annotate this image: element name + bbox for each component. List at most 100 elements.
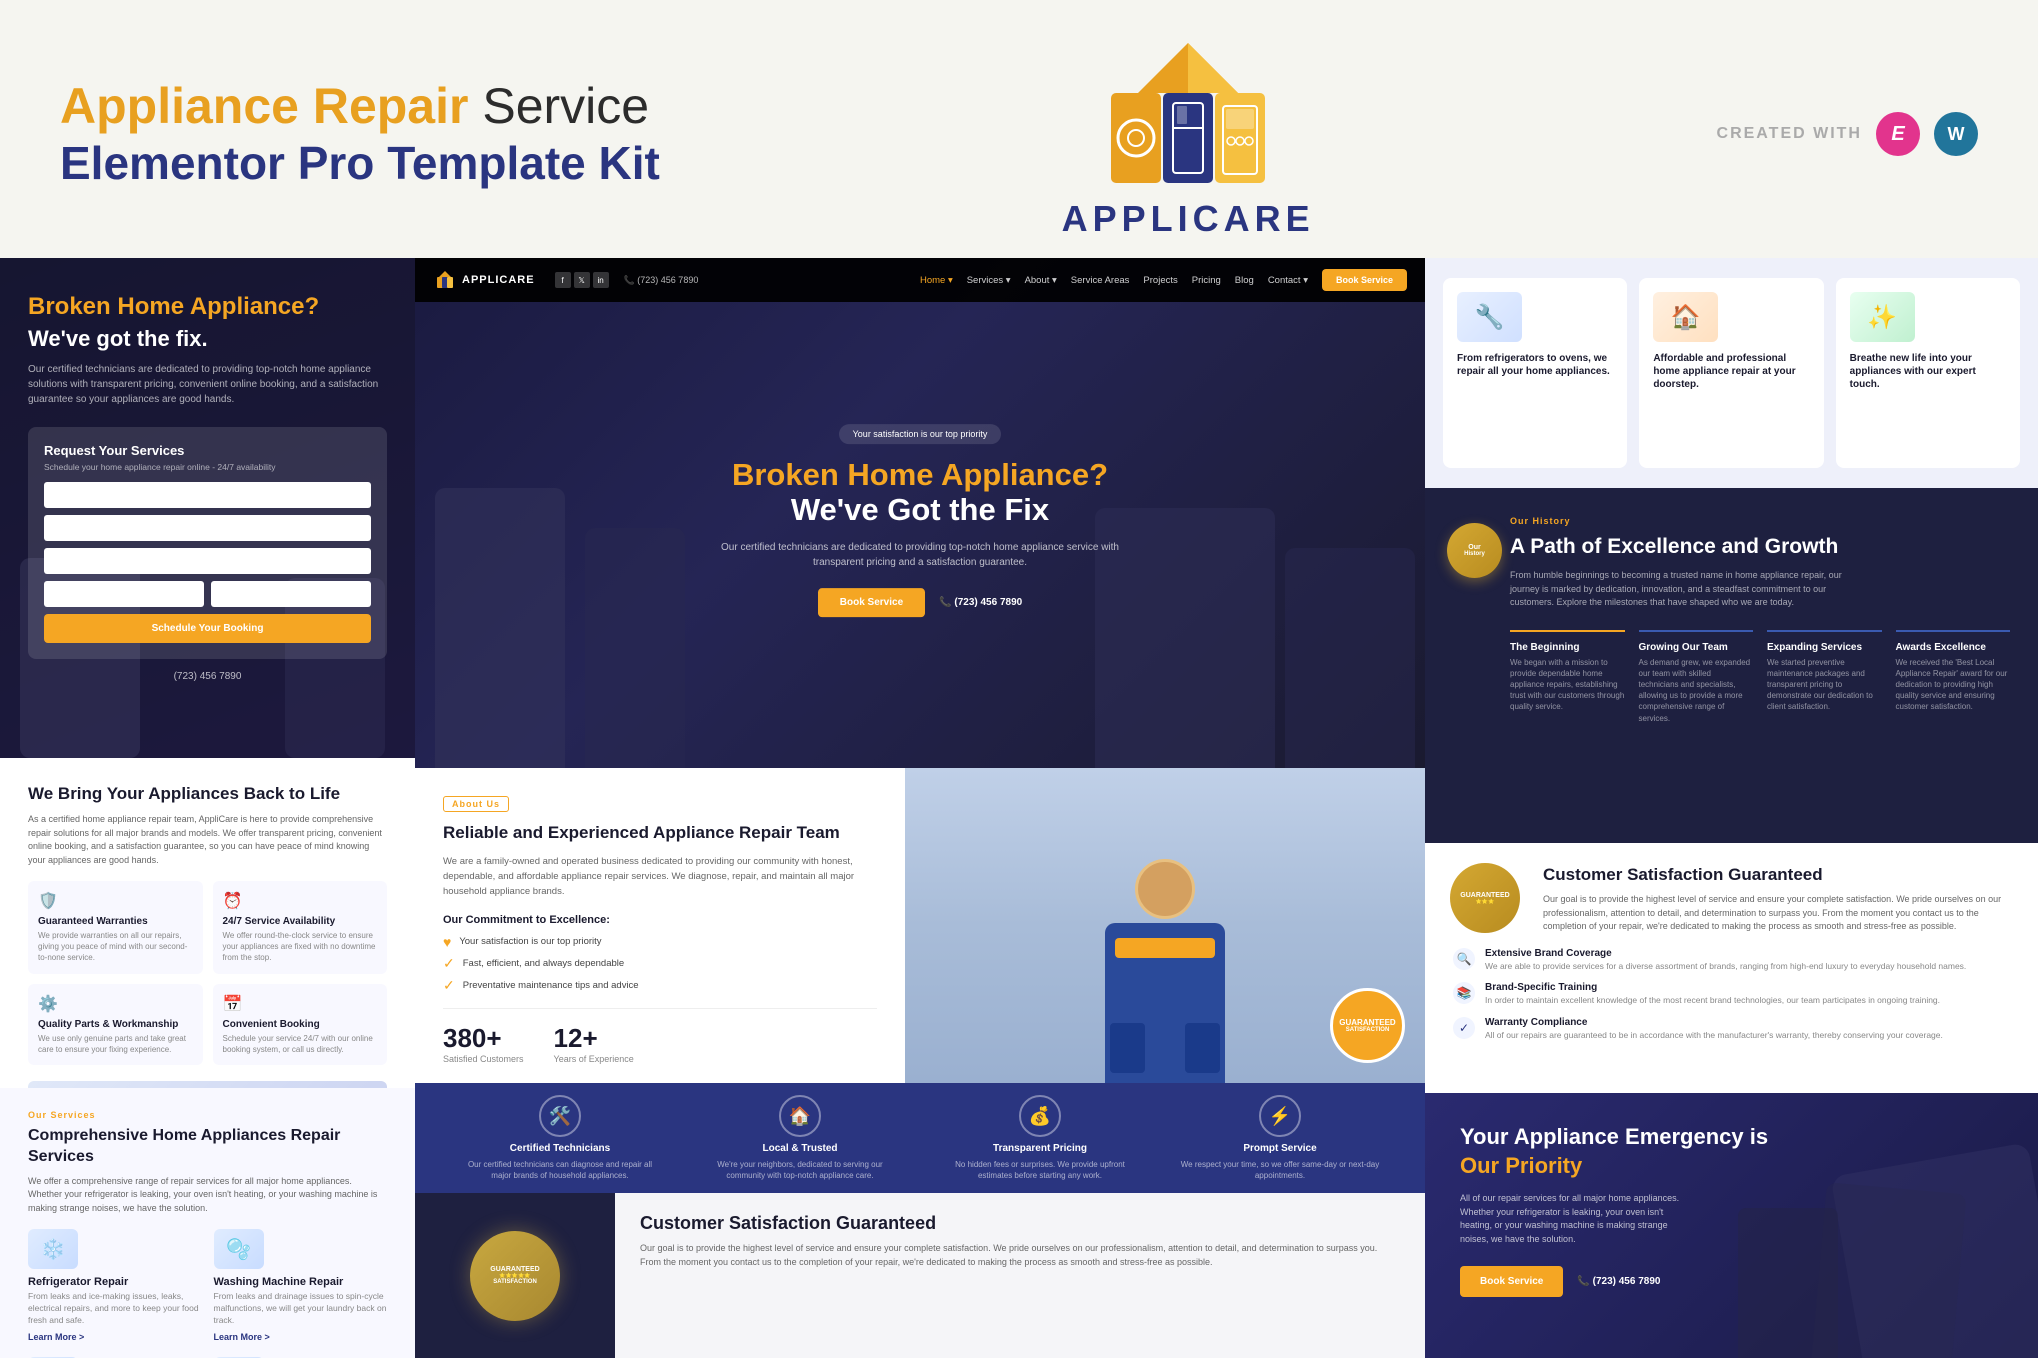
timeline-2-desc: As demand grew, we expanded our team wit… <box>1639 657 1754 724</box>
feature-item-warranty: 🛡️ Guaranteed Warranties We provide warr… <box>28 881 203 974</box>
left-hero-desc: Our certified technicians are dedicated … <box>28 362 387 407</box>
trust-prompt-label: Prompt Service <box>1243 1143 1316 1154</box>
comprehensive-title: Comprehensive Home Appliances Repair Ser… <box>28 1126 387 1168</box>
left-hero-phone: (723) 456 7890 <box>28 671 387 682</box>
form-input-date[interactable] <box>44 581 204 607</box>
timeline-item-2: Growing Our Team As demand grew, we expa… <box>1639 630 1754 724</box>
left-hero-headline1: Broken Home Appliance? <box>28 293 387 322</box>
about-title: Reliable and Experienced Appliance Repai… <box>443 822 877 844</box>
hero-headline2: We've Got the Fix <box>670 492 1170 528</box>
header-title: Appliance Repair Service <box>60 78 660 136</box>
emergency-title: Your Appliance Emergency is Our Priority <box>1460 1123 2003 1180</box>
comprehensive-desc: We offer a comprehensive range of repair… <box>28 1175 387 1216</box>
repair-washer-learn-more[interactable]: Learn More > <box>214 1332 270 1342</box>
trust-prompt-desc: We respect your time, so we offer same-d… <box>1180 1160 1380 1181</box>
nav-link-about[interactable]: About ▾ <box>1025 275 1057 286</box>
hero-headline1: Broken Home Appliance? <box>670 458 1170 492</box>
sat-item-1-title: Extensive Brand Coverage <box>1485 948 1966 959</box>
nav-link-pricing[interactable]: Pricing <box>1192 275 1221 286</box>
guaranteed-large-badge: GUARANTEED ⭐⭐⭐⭐⭐ SATISFACTION <box>470 1231 560 1321</box>
sat-item-2-title: Brand-Specific Training <box>1485 982 1940 993</box>
hero-book-button[interactable]: Book Service <box>818 588 925 617</box>
trust-pricing-desc: No hidden fees or surprises. We provide … <box>940 1160 1140 1181</box>
trust-item-pricing: 💰 Transparent Pricing No hidden fees or … <box>940 1095 1140 1181</box>
left-hero-content: Broken Home Appliance? We've got the fix… <box>0 258 415 717</box>
left-hero-headline2: We've got the fix. <box>28 326 387 352</box>
stat-experience-label: Years of Experience <box>554 1054 634 1064</box>
form-input-phone[interactable] <box>44 548 371 574</box>
hero-satisfaction-badge: Your satisfaction is our top priority <box>839 424 1002 444</box>
sat-item-1-desc: We are able to provide services for a di… <box>1485 961 1966 973</box>
emergency-book-button[interactable]: Book Service <box>1460 1266 1563 1297</box>
satisfaction-section: GUARANTEED ⭐⭐⭐ Customer Satisfaction Gua… <box>1425 843 2038 1093</box>
hero-navbar: APPLICARE f 𝕏 in 📞 (723) 456 7890 Home ▾… <box>415 258 1425 302</box>
trust-local-label: Local & Trusted <box>762 1143 837 1154</box>
stat-customers-label: Satisfied Customers <box>443 1054 524 1064</box>
nav-link-projects[interactable]: Projects <box>1143 275 1177 286</box>
form-input-email[interactable] <box>44 515 371 541</box>
satisfaction-list-item-1: 🔍 Extensive Brand Coverage We are able t… <box>1453 948 2010 973</box>
feature-card-1-title: From refrigerators to ovens, we repair a… <box>1457 352 1613 378</box>
created-with-label: CREATED WITH <box>1717 125 1862 143</box>
feature-card-2-title: Affordable and professional home applian… <box>1653 352 1809 391</box>
repair-item-washer: 🫧 Washing Machine Repair From leaks and … <box>214 1229 388 1345</box>
timeline-4-desc: We received the 'Best Local Appliance Re… <box>1896 657 2011 713</box>
about-section: About Us Reliable and Experienced Applia… <box>415 768 905 1090</box>
we-bring-title: We Bring Your Appliances Back to Life <box>28 783 387 805</box>
feature-card-1: 🔧 From refrigerators to ovens, we repair… <box>1443 278 1627 468</box>
trust-item-prompt: ⚡ Prompt Service We respect your time, s… <box>1180 1095 1380 1181</box>
satisfaction-list-item-3: ✓ Warranty Compliance All of our repairs… <box>1453 1017 2010 1042</box>
timeline-3-desc: We started preventive maintenance packag… <box>1767 657 1882 713</box>
feature-item-availability: ⏰ 24/7 Service Availability We offer rou… <box>213 881 388 974</box>
timeline-item-4: Awards Excellence We received the 'Best … <box>1896 630 2011 724</box>
stat-customers-num: 380+ <box>443 1023 524 1054</box>
sat-item-3-title: Warranty Compliance <box>1485 1017 1943 1028</box>
satisfaction-gold-badge: GUARANTEED ⭐⭐⭐ <box>1450 863 1520 933</box>
our-services-tag: Our Services <box>28 1110 387 1120</box>
trust-item-local: 🏠 Local & Trusted We're your neighbors, … <box>700 1095 900 1181</box>
nav-logo: APPLICARE <box>433 269 535 291</box>
worker-panel: GUARANTEED SATISFACTION <box>905 768 1425 1083</box>
created-with-section: CREATED WITH E W <box>1717 112 1978 156</box>
customer-satisfaction-title: Customer Satisfaction Guaranteed <box>640 1213 1400 1234</box>
trust-pricing-label: Transparent Pricing <box>993 1143 1087 1154</box>
nav-link-home[interactable]: Home ▾ <box>920 275 953 286</box>
form-input-time[interactable] <box>211 581 371 607</box>
guaranteed-badge: GUARANTEED SATISFACTION <box>1330 988 1405 1063</box>
header-center: APPLICARE <box>1062 28 1315 240</box>
repair-fridge-learn-more[interactable]: Learn More > <box>28 1332 84 1342</box>
feat-booking-title: Convenient Booking <box>223 1019 378 1030</box>
sat-item-3-desc: All of our repairs are guaranteed to be … <box>1485 1030 1943 1042</box>
feat-avail-title: 24/7 Service Availability <box>223 916 378 927</box>
timeline-1-desc: We began with a mission to provide depen… <box>1510 657 1625 713</box>
commitment-item-3: ✓ Preventative maintenance tips and advi… <box>443 977 877 994</box>
feat-quality-title: Quality Parts & Workmanship <box>38 1019 193 1030</box>
nav-link-service-areas[interactable]: Service Areas <box>1071 275 1130 286</box>
commitment-title: Our Commitment to Excellence: <box>443 914 877 926</box>
excellence-section: Our History Our History A Path of Excell… <box>1425 488 2038 843</box>
emergency-content: Your Appliance Emergency is Our Priority… <box>1425 1093 2038 1327</box>
trust-item-technicians: 🛠️ Certified Technicians Our certified t… <box>460 1095 660 1181</box>
nav-link-blog[interactable]: Blog <box>1235 275 1254 286</box>
nav-logo-text: APPLICARE <box>462 274 535 286</box>
nav-link-contact[interactable]: Contact ▾ <box>1268 275 1308 286</box>
repair-washer-title: Washing Machine Repair <box>214 1276 388 1288</box>
satisfaction-list-item-2: 📚 Brand-Specific Training In order to ma… <box>1453 982 2010 1007</box>
form-title: Request Your Services <box>44 443 371 458</box>
feat-warranty-title: Guaranteed Warranties <box>38 916 193 927</box>
about-description: We are a family-owned and operated busin… <box>443 854 877 900</box>
form-submit-button[interactable]: Schedule Your Booking <box>44 614 371 643</box>
timeline-item-1: The Beginning We began with a mission to… <box>1510 630 1625 724</box>
satisfaction-section-desc: Our goal is to provide the highest level… <box>1543 893 2010 934</box>
nav-book-button[interactable]: Book Service <box>1322 269 1407 291</box>
stat-experience-num: 12+ <box>554 1023 634 1054</box>
nav-link-services[interactable]: Services ▾ <box>967 275 1011 286</box>
bottom-center-section: GUARANTEED ⭐⭐⭐⭐⭐ SATISFACTION Customer S… <box>415 1193 1425 1358</box>
about-tag: About Us <box>443 796 509 812</box>
form-input-name[interactable] <box>44 482 371 508</box>
repair-fridge-title: Refrigerator Repair <box>28 1276 202 1288</box>
form-subtitle: Schedule your home appliance repair onli… <box>44 462 371 472</box>
feature-card-2: 🏠 Affordable and professional home appli… <box>1639 278 1823 468</box>
feature-cards-section: 🔧 From refrigerators to ovens, we repair… <box>1425 258 2038 488</box>
excellence-desc: From humble beginnings to becoming a tru… <box>1510 569 1870 610</box>
